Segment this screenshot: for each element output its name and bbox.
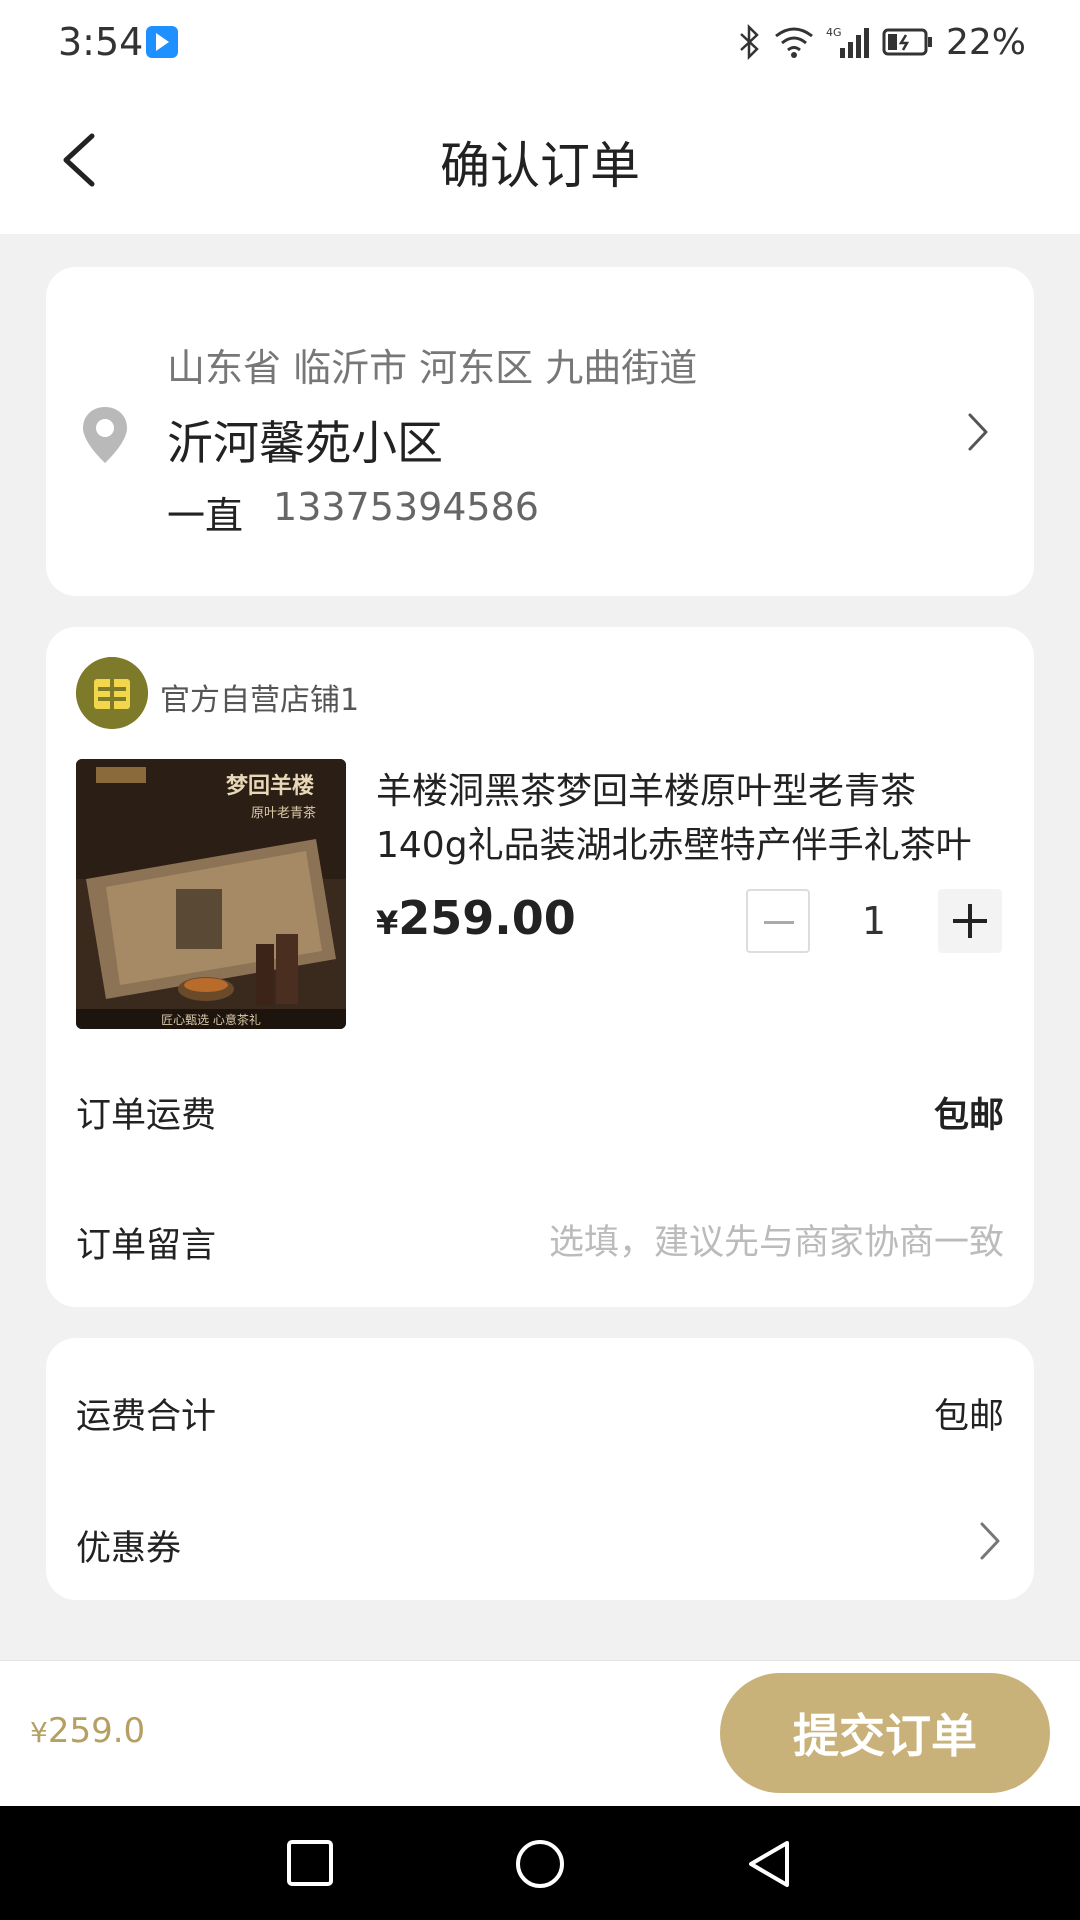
system-navigation-bar (0, 1806, 1080, 1920)
coupon-row[interactable]: 优惠券 (76, 1518, 1004, 1573)
status-time: 3:54 (58, 20, 144, 64)
price-value: 259.00 (398, 891, 576, 945)
address-detail: 沂河馨苑小区 (167, 416, 443, 470)
bluetooth-icon (738, 24, 762, 60)
submit-order-button[interactable]: 提交订单 (720, 1673, 1050, 1793)
address-contact: 一直 13375394586 (167, 485, 539, 540)
status-bar: 3:54 4G 22% (0, 0, 1080, 86)
total-currency: ¥ (30, 1716, 48, 1749)
checkout-bar: ¥259.0 提交订单 (0, 1660, 1080, 1806)
recipient-phone: 13375394586 (273, 485, 539, 529)
home-button[interactable] (514, 1838, 566, 1894)
app-notification-icon (146, 26, 178, 58)
shop-order-card: 官方自营店铺1 梦回羊楼 原叶老青茶 匠心甄选 心意茶礼 羊楼洞黑茶梦回羊楼原叶… (46, 627, 1034, 1307)
quantity-value[interactable]: 1 (810, 899, 938, 943)
square-icon (287, 1840, 333, 1886)
status-indicators: 4G 22% (738, 18, 1026, 66)
page-header: 确认订单 (0, 86, 1080, 234)
triangle-back-icon (749, 1841, 789, 1887)
price-currency: ¥ (376, 904, 399, 942)
decrease-quantity-button[interactable] (746, 889, 810, 953)
total-price: ¥259.0 (30, 1711, 145, 1751)
back-nav-button[interactable] (745, 1838, 795, 1894)
battery-percentage: 22% (945, 21, 1026, 63)
cellular-signal-icon: 4G (826, 24, 870, 60)
coupon-label: 优惠券 (76, 1529, 182, 1569)
freight-total-row: 运费合计 包邮 (76, 1388, 1004, 1439)
order-note-row: 订单留言 (76, 1217, 1004, 1268)
quantity-stepper: 1 (746, 889, 1002, 953)
product-image-caption: 匠心甄选 心意茶礼 (161, 1012, 261, 1027)
svg-text:4G: 4G (826, 26, 842, 39)
address-region: 山东省 临沂市 河东区 九曲街道 (167, 346, 698, 390)
product-image[interactable]: 梦回羊楼 原叶老青茶 匠心甄选 心意茶礼 (76, 759, 346, 1029)
recipient-name: 一直 (167, 494, 244, 538)
chevron-right-icon (962, 407, 992, 461)
freight-total-label: 运费合计 (76, 1397, 217, 1437)
product-title[interactable]: 羊楼洞黑茶梦回羊楼原叶型老青茶140g礼品装湖北赤壁特产伴手礼茶叶 (376, 765, 996, 873)
battery-icon (882, 27, 934, 57)
shop-name: 官方自营店铺1 (160, 683, 360, 718)
summary-card: 运费合计 包邮 优惠券 (46, 1338, 1034, 1600)
order-note-input[interactable] (444, 1222, 1004, 1263)
shipping-fee-row: 订单运费 包邮 (76, 1087, 1004, 1138)
increase-quantity-button[interactable] (938, 889, 1002, 953)
product-image-title: 梦回羊楼 (226, 773, 314, 799)
order-note-label: 订单留言 (76, 1226, 217, 1266)
wifi-icon (774, 24, 814, 60)
address-card[interactable]: 山东省 临沂市 河东区 九曲街道 沂河馨苑小区 一直 13375394586 (46, 267, 1034, 596)
chevron-right-icon (974, 1518, 1004, 1573)
page-title: 确认订单 (440, 137, 640, 195)
total-value: 259.0 (47, 1711, 146, 1751)
product-image-subtitle: 原叶老青茶 (251, 805, 316, 821)
freight-total-value: 包邮 (933, 1397, 1004, 1437)
location-pin-icon (80, 405, 130, 469)
product-price: ¥259.00 (376, 891, 576, 945)
recent-apps-button[interactable] (285, 1838, 335, 1892)
shipping-fee-label: 订单运费 (76, 1096, 217, 1136)
shop-logo (76, 657, 148, 729)
circle-icon (516, 1840, 564, 1888)
shipping-fee-value: 包邮 (933, 1096, 1004, 1136)
